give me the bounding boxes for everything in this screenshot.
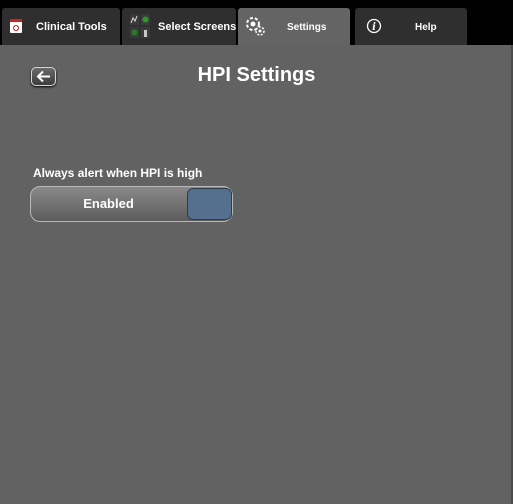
tab-clinical-tools[interactable]: Clinical Tools bbox=[2, 8, 120, 45]
toggle-value: Enabled bbox=[83, 196, 134, 211]
tab-bar: Clinical Tools Select Screens Settings i… bbox=[0, 0, 513, 45]
tab-clinical-tools-label: Clinical Tools bbox=[36, 21, 107, 33]
tab-select-screens[interactable]: Select Screens bbox=[122, 8, 236, 45]
select-screens-icon bbox=[129, 13, 151, 42]
settings-gear-icon bbox=[244, 15, 266, 40]
clinical-tools-icon bbox=[9, 18, 23, 37]
tab-help[interactable]: i Help bbox=[355, 8, 467, 45]
info-icon: i bbox=[366, 18, 382, 37]
toggle-knob[interactable] bbox=[187, 188, 232, 220]
tab-settings[interactable]: Settings bbox=[238, 8, 350, 45]
setting-label: Always alert when HPI is high bbox=[33, 166, 203, 180]
hpi-alert-toggle[interactable]: Enabled bbox=[30, 186, 233, 222]
tab-select-screens-label: Select Screens bbox=[158, 21, 237, 33]
svg-text:i: i bbox=[372, 22, 376, 33]
page-title: HPI Settings bbox=[197, 64, 316, 86]
tab-help-label: Help bbox=[415, 22, 437, 33]
tab-settings-label: Settings bbox=[287, 22, 327, 33]
